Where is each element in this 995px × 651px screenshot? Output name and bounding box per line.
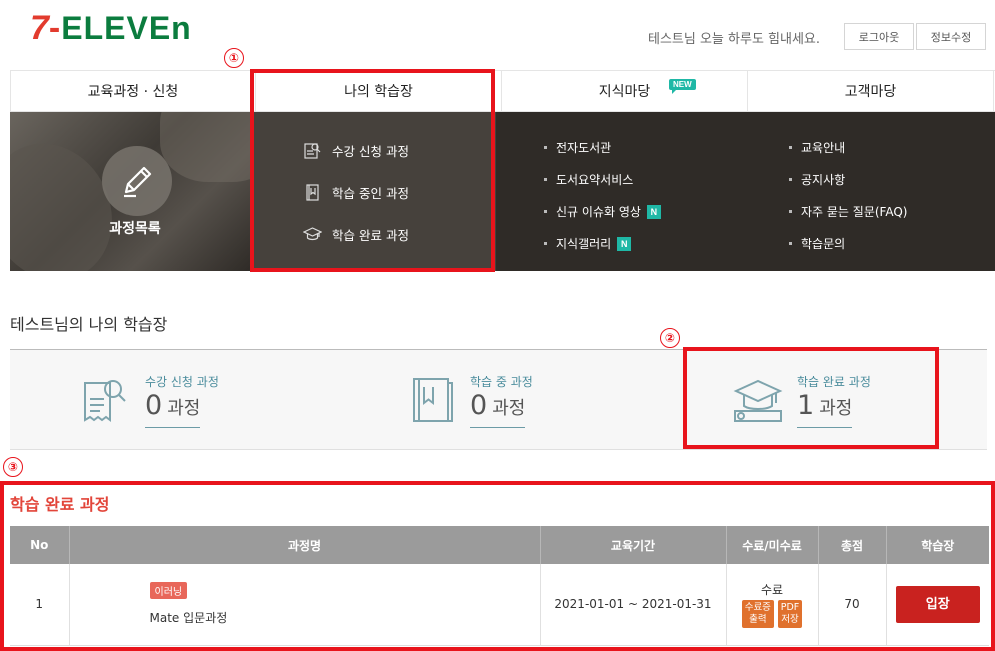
submenu-study-inquiry[interactable]: 학습문의 [789, 235, 845, 252]
annotation-box-3 [0, 481, 995, 651]
page-title: 테스트님의 나의 학습장 [10, 315, 168, 334]
application-form-icon [84, 380, 126, 422]
submenu-book-summary[interactable]: 도서요약서비스 [544, 171, 633, 188]
stat-unit: 과정 [492, 398, 526, 419]
pencil-icon [102, 146, 172, 216]
course-list-label: 과정목록 [109, 221, 161, 237]
logo-eleven: ELEVEn [61, 10, 192, 46]
course-list-banner[interactable]: 과정목록 [10, 112, 250, 271]
submenu-label: 자주 묻는 질문(FAQ) [801, 205, 908, 219]
stat-number: 0 [145, 390, 163, 421]
submenu-label: 지식갤러리 [556, 237, 612, 251]
submenu-knowledge-gallery[interactable]: 지식갤러리 N [544, 235, 632, 252]
mega-menu: 과정목록 수강 신청 과정 학습 중인 과정 학습 완료 과정 전자도서관 도서… [10, 112, 995, 271]
logo-dash: - [48, 9, 61, 47]
greeting-text: 테스트님 오늘 하루도 힘내세요. [648, 32, 821, 47]
logo-seven: 7 [30, 9, 49, 47]
submenu-education-guide[interactable]: 교육안내 [789, 139, 845, 156]
annotation-number-2: ② [660, 328, 680, 348]
main-navigation: 교육과정 · 신청 나의 학습장 지식마당 NEW 고객마당 [10, 70, 995, 112]
new-badge: N [646, 204, 661, 219]
nav-item-customer[interactable]: 고객마당 [748, 71, 994, 111]
submenu-label: 공지사항 [801, 173, 846, 187]
new-badge: NEW [669, 79, 696, 94]
new-badge: N [617, 236, 632, 251]
stat-unit: 과정 [167, 398, 201, 419]
submenu-e-library[interactable]: 전자도서관 [544, 139, 611, 156]
nav-item-courses[interactable]: 교육과정 · 신청 [10, 71, 256, 111]
stat-count: 0 과정 [470, 390, 526, 428]
submenu-label: 전자도서관 [556, 141, 612, 155]
logout-button[interactable]: 로그아웃 [844, 23, 914, 50]
stat-number: 0 [470, 390, 488, 421]
submenu-label: 교육안내 [801, 141, 846, 155]
seven-eleven-logo[interactable]: 7 - ELEVEn [30, 11, 192, 45]
nav-item-label: 고객마당 [844, 84, 897, 100]
stat-count: 0 과정 [145, 390, 201, 428]
nav-item-knowledge[interactable]: 지식마당 NEW [502, 71, 748, 111]
stat-label: 수강 신청 과정 [145, 375, 219, 389]
submenu-label: 학습문의 [801, 237, 846, 251]
annotation-number-1: ① [224, 48, 244, 68]
annotation-box-2 [683, 347, 939, 449]
submenu-notices[interactable]: 공지사항 [789, 171, 845, 188]
submenu-new-issue-video[interactable]: 신규 이슈화 영상 N [544, 203, 661, 220]
nav-item-label: 지식마당 [598, 84, 651, 100]
photo-shade [160, 112, 250, 182]
stat-in-progress[interactable]: 학습 중 과정 0 과정 [408, 350, 608, 450]
stat-applied[interactable]: 수강 신청 과정 0 과정 [80, 350, 280, 450]
nav-item-label: 교육과정 · 신청 [87, 84, 179, 100]
book-icon [413, 378, 453, 422]
submenu-label: 신규 이슈화 영상 [556, 205, 641, 219]
stat-label: 학습 중 과정 [470, 375, 533, 389]
edit-profile-button[interactable]: 정보수정 [916, 23, 986, 50]
annotation-box-1 [250, 69, 495, 272]
submenu-faq[interactable]: 자주 묻는 질문(FAQ) [789, 203, 907, 220]
submenu-label: 도서요약서비스 [556, 173, 634, 187]
annotation-number-3: ③ [3, 457, 23, 477]
